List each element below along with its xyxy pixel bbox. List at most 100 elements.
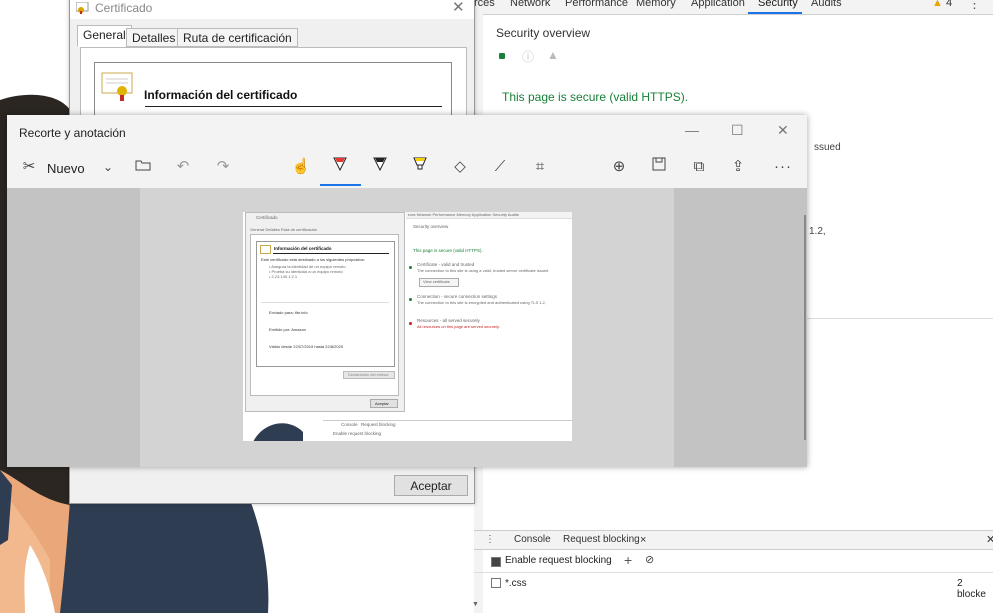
accept-button[interactable]: Aceptar	[394, 475, 468, 496]
thumb-conn-heading: Connection - secure connection settings	[417, 294, 498, 299]
close-drawer-icon[interactable]: ✕	[986, 533, 993, 546]
blocked-count: 2 blocke	[957, 578, 986, 600]
close-tab-icon[interactable]: ×	[640, 534, 646, 546]
pen-shape	[333, 157, 347, 172]
thumb-console-tab: Console	[341, 422, 358, 427]
redo-icon[interactable]: ↷	[211, 156, 235, 178]
thumb-cert-text: The connection to this site is using a v…	[417, 268, 549, 273]
thumb-accept-button: Aceptar	[370, 399, 398, 408]
tab-application[interactable]: Application	[691, 0, 745, 9]
folder-icon[interactable]	[131, 156, 155, 178]
thumb-cert-dialog: Certificado General Detalles Ruta de cer…	[245, 212, 405, 412]
close-icon[interactable]: ✕	[452, 0, 465, 16]
thumb-reqblock-tab: Request blocking	[361, 422, 396, 427]
captured-screenshot[interactable]: rces Network Performance Memory Applicat…	[243, 212, 572, 441]
folder-shape	[135, 160, 151, 171]
certificate-icon	[76, 2, 89, 14]
pattern-checkbox[interactable]	[491, 578, 501, 588]
maximize-icon[interactable]: ☐	[731, 122, 744, 139]
pencil-icon[interactable]	[368, 156, 392, 178]
lock-icon	[499, 53, 505, 59]
new-snip-icon[interactable]: ✂	[17, 156, 41, 178]
certificate-titlebar: Certificado ✕	[70, 0, 474, 19]
drawer-tab-bar: ⋮ Console Request blocking × ✕	[474, 530, 993, 550]
eraser-icon[interactable]: ◇	[448, 156, 472, 178]
certificate-info-title: Información del certificado	[144, 88, 298, 102]
chevron-down-icon[interactable]: ⌄	[96, 156, 120, 178]
tab-sources[interactable]: rces	[474, 0, 495, 9]
ruler-icon[interactable]: ⟋	[488, 156, 512, 178]
active-tool-indicator	[320, 184, 361, 186]
tab-general[interactable]: General	[77, 25, 132, 47]
snip-window-title: Recorte y anotación	[19, 126, 126, 140]
pattern-text: *.css	[505, 578, 527, 589]
more-icon[interactable]: ···	[771, 156, 795, 178]
snip-image-area: rces Network Performance Memory Applicat…	[140, 188, 674, 467]
devtools-tab-bar: rces Network Performance Memory Applicat…	[474, 0, 993, 15]
highlighter-shape	[413, 157, 427, 170]
ballpoint-pen-icon[interactable]	[328, 156, 352, 178]
active-tab-indicator	[748, 12, 802, 14]
vertical-scrollbar[interactable]	[804, 215, 806, 440]
tab-console[interactable]: Console	[514, 534, 551, 545]
certificate-badge-icon	[101, 72, 133, 101]
warnings-counter[interactable]: ▲ 4	[932, 0, 952, 9]
security-overview-title: Security overview	[496, 26, 591, 40]
more-options-icon[interactable]: ⋮	[968, 0, 981, 12]
certificate-partial-text: ssued	[814, 142, 841, 153]
thumb-cert-tabs: General Detalles Ruta de certificación	[250, 227, 318, 232]
thumb-separator	[273, 253, 389, 254]
thumb-red-dot	[409, 322, 412, 325]
tab-detalles[interactable]: Detalles	[126, 28, 182, 47]
save-icon[interactable]	[647, 156, 671, 178]
thumb-cert-icon	[260, 245, 271, 254]
thumb-accept-label: Aceptar	[375, 401, 389, 406]
scroll-down-icon[interactable]: ▼	[472, 601, 479, 608]
tab-memory[interactable]: Memory	[636, 0, 676, 9]
crop-icon[interactable]: ⌗	[528, 156, 552, 178]
enable-blocking-label: Enable request blocking	[505, 555, 612, 566]
thumb-bullet: • 2.23.140.1.2.1	[269, 274, 298, 279]
thumb-drawer: Console Request blocking Enable request …	[323, 420, 572, 441]
thumb-res-heading: Resources - all served securely	[417, 318, 480, 323]
touch-writing-icon[interactable]: ☝	[289, 156, 313, 178]
separator	[145, 106, 442, 107]
tab-request-blocking[interactable]: Request blocking	[563, 534, 640, 545]
close-icon[interactable]: ✕	[777, 122, 789, 139]
tab-performance[interactable]: Performance	[565, 0, 628, 9]
thumb-issued-to: Enviado para: tlbr.info	[269, 310, 308, 315]
highlighter-icon[interactable]	[408, 156, 432, 178]
thumb-issuer-button: Declaración del emisor	[343, 371, 395, 379]
warning-icon: ▲	[547, 48, 559, 62]
add-pattern-icon[interactable]: +	[624, 552, 632, 568]
thumb-issued-by: Emitido por: Amazon	[269, 327, 306, 332]
thumb-cert-panel: Información del certificado Este certifi…	[250, 234, 399, 396]
pattern-row: *.css 2 blocke	[474, 573, 993, 600]
share-icon[interactable]: ⇪	[726, 156, 750, 178]
zoom-icon[interactable]: ⊕	[607, 156, 631, 178]
certificate-title: Certificado	[95, 1, 153, 15]
tab-network[interactable]: Network	[510, 0, 550, 9]
warning-count: 4	[945, 0, 953, 9]
snip-canvas: rces Network Performance Memory Applicat…	[7, 188, 807, 467]
secure-message: This page is secure (valid HTTPS).	[502, 90, 689, 104]
thumb-cert-heading: Certificate - valid and trusted	[417, 262, 475, 267]
tab-security[interactable]: Security	[758, 0, 798, 9]
save-shape	[652, 157, 666, 171]
minimize-icon[interactable]: —	[685, 122, 699, 138]
thumb-secure-message: This page is secure (valid HTTPS).	[413, 248, 483, 253]
certificate-info-box: Información del certificado	[94, 62, 452, 123]
enable-blocking-checkbox[interactable]	[491, 557, 501, 567]
snip-titlebar: Recorte y anotación — ☐ ✕	[7, 115, 807, 149]
new-snip-button[interactable]: Nuevo	[47, 161, 85, 176]
thumb-green-dot	[409, 298, 412, 301]
pencil-shape	[373, 157, 387, 172]
undo-icon[interactable]: ↶	[171, 156, 195, 178]
connection-partial-text: 1.2,	[809, 226, 826, 237]
copy-icon[interactable]: ⧉	[687, 156, 711, 178]
tab-ruta-certificacion[interactable]: Ruta de certificación	[177, 28, 298, 47]
thumb-res-text: All resources on this page are served se…	[417, 324, 500, 329]
drawer-menu-icon[interactable]: ⋮	[485, 534, 495, 545]
tab-audits[interactable]: Audits	[811, 0, 842, 9]
clear-patterns-icon[interactable]: ⊘	[645, 553, 654, 566]
